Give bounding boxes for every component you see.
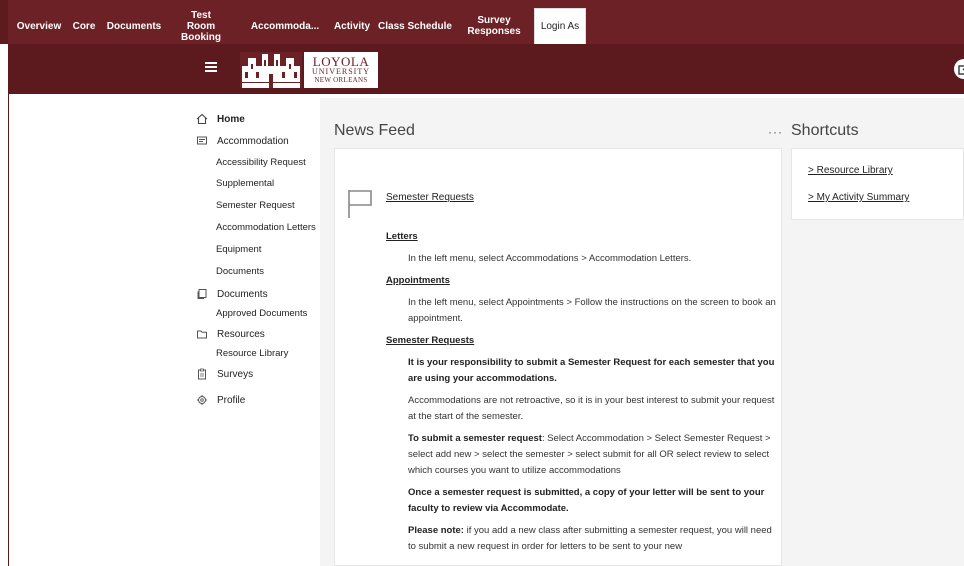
- shortcuts-title: Shortcuts: [791, 122, 859, 139]
- documents-icon: [195, 287, 209, 301]
- sidebar-item-accommodation[interactable]: Accommodation: [195, 130, 320, 152]
- please-note-text: Please note: if you add a new class afte…: [386, 523, 776, 555]
- shortcuts-card: > Resource Library > My Activity Summary: [791, 148, 964, 220]
- sidebar-item-label: Accommodation: [217, 135, 289, 147]
- sidebar-item-equipment[interactable]: Equipment: [195, 243, 320, 257]
- tab-accommodations[interactable]: Accommoda...: [250, 8, 320, 44]
- sidebar-item-label: Home: [217, 113, 245, 125]
- sidebar-item-resource-library[interactable]: Resource Library: [195, 347, 320, 361]
- tab-class-schedule[interactable]: Class Schedule: [378, 8, 452, 44]
- sidebar-item-label: Resources: [217, 328, 265, 340]
- site-header: LOYOLA UNIVERSITY NEW ORLEANS: [8, 44, 964, 94]
- tab-overview[interactable]: Overview: [14, 8, 64, 44]
- sidebar-item-approved-documents[interactable]: Approved Documents: [195, 307, 320, 321]
- university-logo[interactable]: LOYOLA UNIVERSITY NEW ORLEANS: [240, 52, 378, 88]
- tab-survey-responses[interactable]: Survey Responses: [466, 8, 522, 44]
- semester-requests-heading: Semester Requests: [386, 335, 475, 346]
- post-body: Letters In the left menu, select Accommo…: [386, 229, 776, 561]
- letters-text: In the left menu, select Accommodations …: [408, 253, 692, 264]
- external-link-icon[interactable]: [954, 59, 964, 79]
- logo-wordmark: LOYOLA UNIVERSITY NEW ORLEANS: [304, 52, 378, 88]
- tab-bar-edge: [0, 0, 8, 44]
- sidebar-nav: Home Accommodation Accessibility Request…: [195, 108, 320, 411]
- sidebar-item-semester-request[interactable]: Semester Request: [195, 199, 320, 213]
- tab-login-as[interactable]: Login As: [534, 8, 586, 44]
- logo-line-3: NEW ORLEANS: [314, 76, 368, 84]
- shortcut-my-activity-summary[interactable]: > My Activity Summary: [808, 192, 909, 203]
- folder-icon: [195, 327, 209, 341]
- submit-instructions: To submit a semester request: Select Acc…: [386, 431, 776, 479]
- sidebar-item-home[interactable]: Home: [195, 108, 320, 130]
- sidebar-item-documents-sub[interactable]: Documents: [195, 265, 320, 279]
- logo-line-2: UNIVERSITY: [312, 67, 370, 76]
- appointments-heading: Appointments: [386, 275, 450, 286]
- tab-documents[interactable]: Documents: [104, 8, 164, 44]
- please-note-label: Please note:: [408, 525, 464, 536]
- sidebar-item-accommodation-letters[interactable]: Accommodation Letters: [195, 221, 320, 235]
- tab-activity[interactable]: Activity: [330, 8, 374, 44]
- sidebar-item-documents[interactable]: Documents: [195, 283, 320, 305]
- sidebar-item-resources[interactable]: Resources: [195, 323, 320, 345]
- post-title-link[interactable]: Semester Requests: [386, 192, 474, 203]
- building-logo-icon: [240, 52, 302, 88]
- sidebar-item-supplemental[interactable]: Supplemental: [195, 177, 320, 191]
- shortcut-resource-library[interactable]: > Resource Library: [808, 165, 893, 176]
- tab-core[interactable]: Core: [70, 8, 98, 44]
- news-feed-title: News Feed: [334, 122, 415, 139]
- semester-responsibility-text: It is your responsibility to submit a Se…: [408, 357, 775, 384]
- tab-test-room-booking[interactable]: Test Room Booking: [176, 8, 226, 44]
- submit-instructions-label: To submit a semester request: [408, 433, 542, 444]
- flag-icon: [348, 190, 372, 218]
- home-icon: [195, 112, 209, 126]
- letters-heading: Letters: [386, 231, 418, 242]
- once-submitted-text: Once a semester request is submitted, a …: [408, 487, 765, 514]
- sidebar-item-label: Profile: [217, 394, 246, 406]
- message-icon: [195, 134, 209, 148]
- top-tab-bar: Overview Core Documents Test Room Bookin…: [0, 0, 964, 44]
- page-left-border: [8, 94, 9, 566]
- news-feed-card: Semester Requests Letters In the left me…: [334, 148, 782, 566]
- more-options-icon[interactable]: ···: [768, 125, 783, 139]
- semester-retroactive-text: Accommodations are not retroactive, so i…: [408, 395, 775, 422]
- sidebar-item-label: Documents: [217, 288, 268, 300]
- sidebar-item-surveys[interactable]: Surveys: [195, 363, 320, 385]
- gear-icon: [195, 393, 209, 407]
- clipboard-icon: [195, 367, 209, 381]
- sidebar-item-label: Surveys: [217, 368, 254, 380]
- appointments-text: In the left menu, select Appointments > …: [408, 297, 776, 324]
- sidebar-item-profile[interactable]: Profile: [195, 389, 320, 411]
- sidebar-item-accessibility-request[interactable]: Accessibility Request: [195, 156, 320, 170]
- menu-icon[interactable]: [205, 62, 217, 74]
